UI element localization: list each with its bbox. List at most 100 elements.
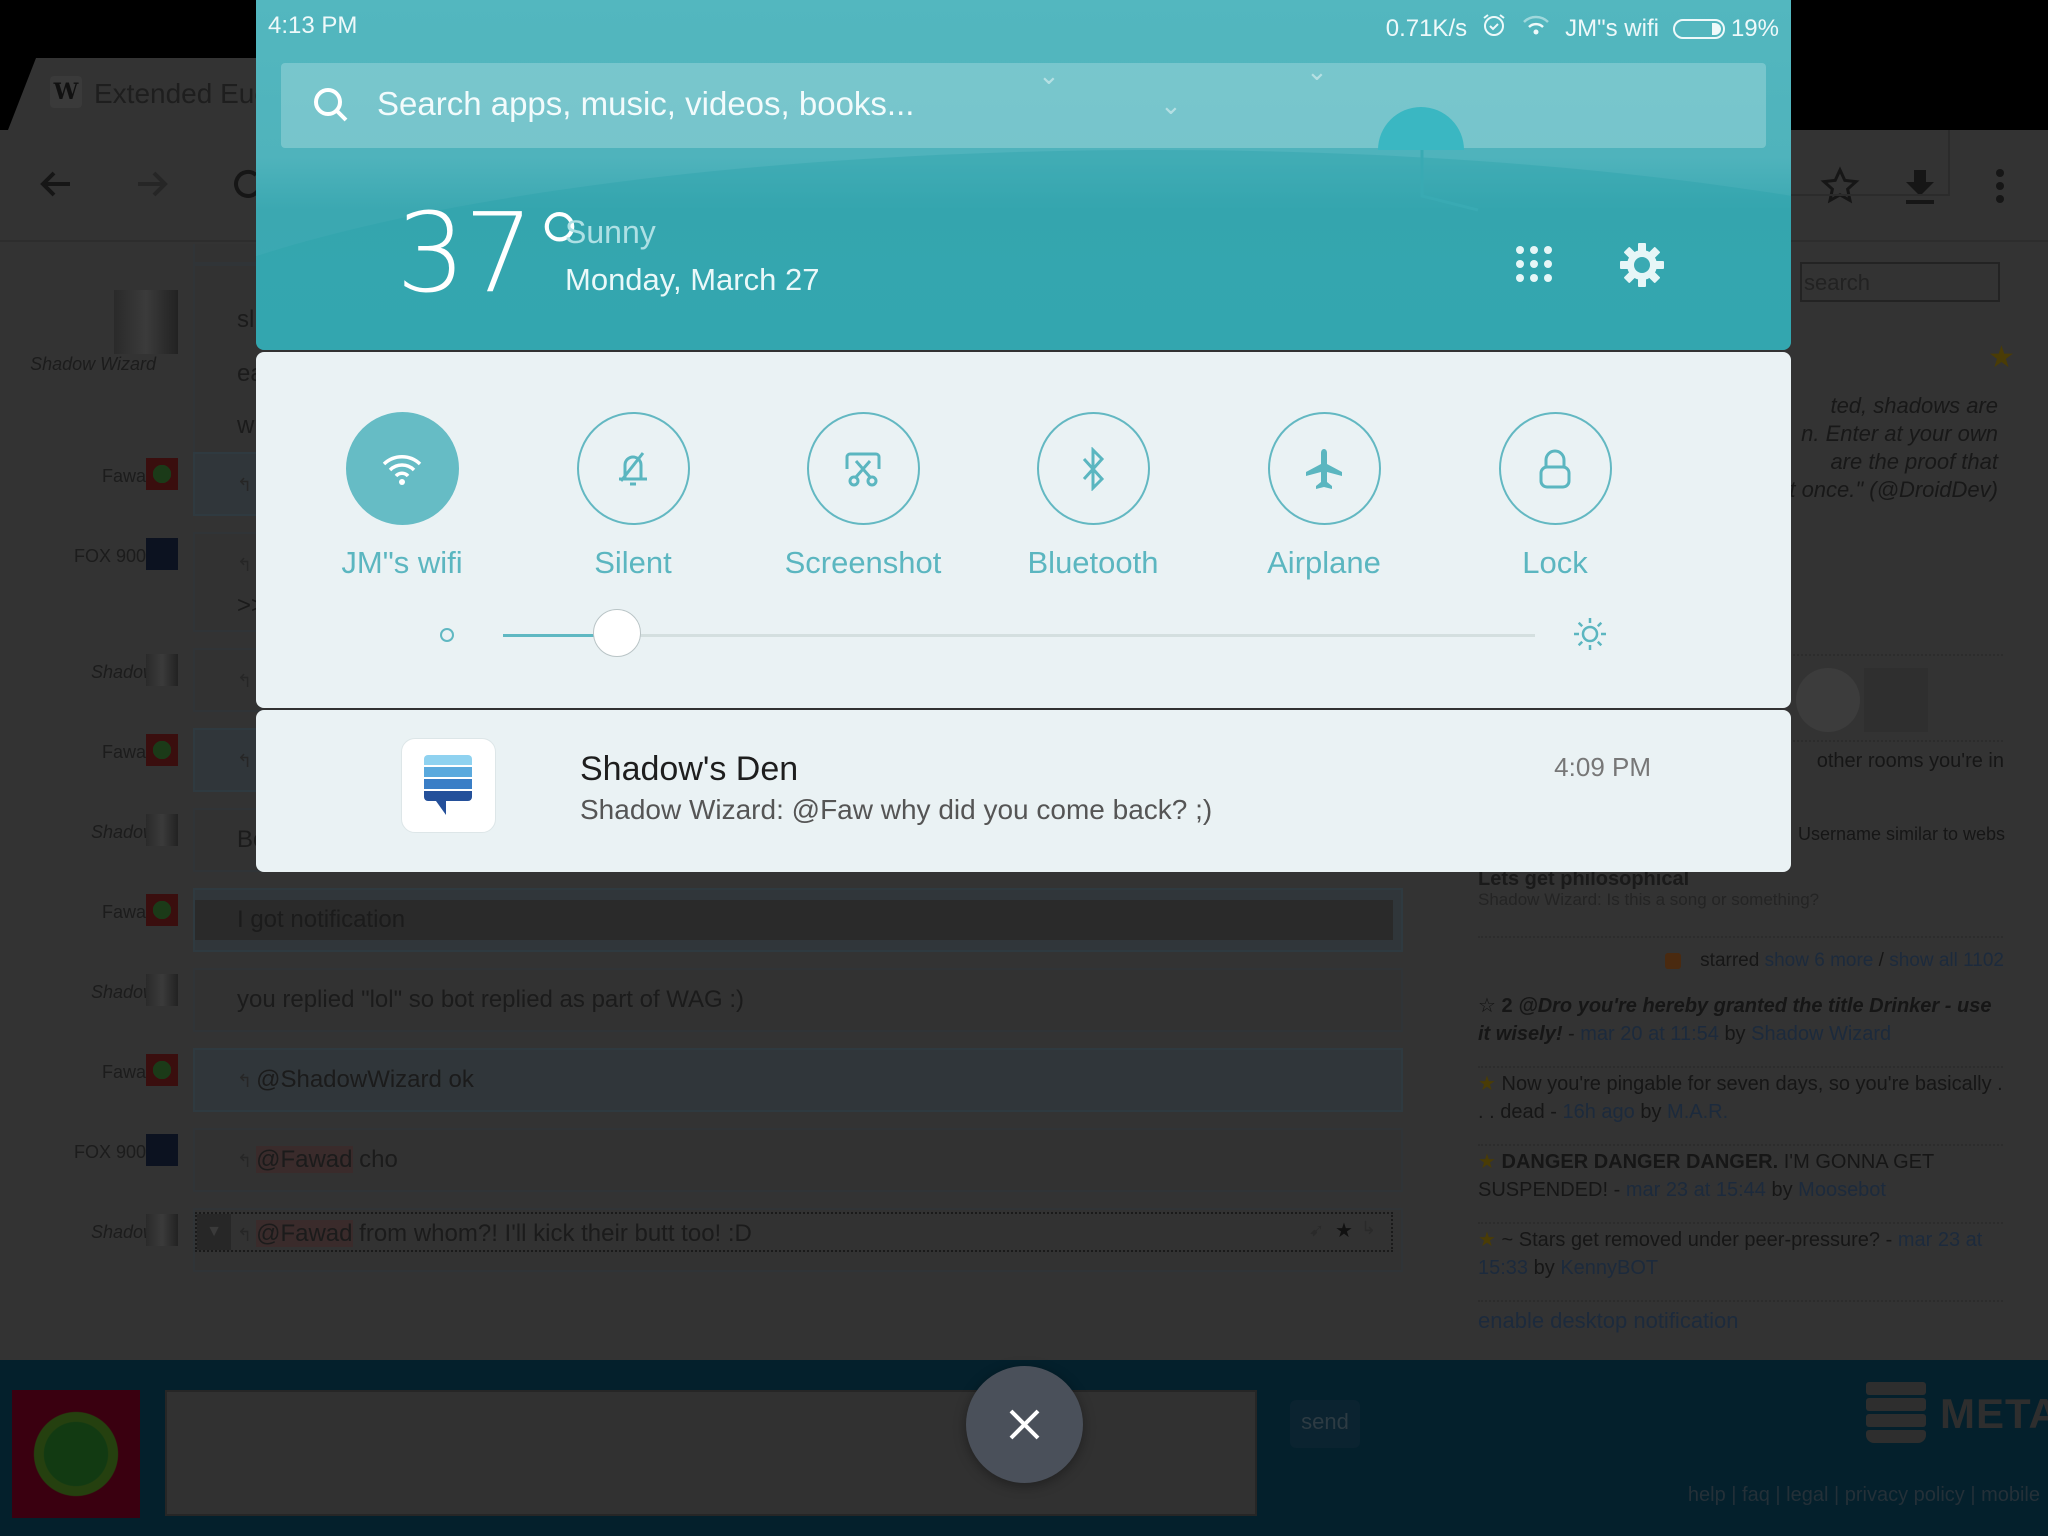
mention[interactable]: @Fawad	[256, 1146, 353, 1173]
toggle-label: Silent	[594, 545, 672, 580]
back-arrow-icon[interactable]	[36, 164, 76, 211]
sidebar-search-input[interactable]: search	[1800, 262, 2000, 302]
close-shade-button[interactable]	[966, 1366, 1083, 1483]
close-icon	[1009, 1409, 1040, 1440]
starred-message: ★ Now you're pingable for seven days, so…	[1478, 1073, 2003, 1123]
footer-link-faq[interactable]: faq	[1742, 1484, 1770, 1506]
enable-desktop-notification-link[interactable]: enable desktop notification	[1478, 1308, 1739, 1334]
starred-time-link[interactable]: mar 20 at 11:54	[1580, 1023, 1719, 1045]
meta-logo-icon[interactable]	[1866, 1382, 1926, 1454]
avatar[interactable]	[146, 654, 178, 686]
toggle-lock[interactable]: Lock	[1455, 412, 1655, 581]
mention[interactable]: @Fawad	[256, 1220, 353, 1247]
starred-time-link[interactable]: mar 23 at 15:44	[1626, 1179, 1766, 1201]
show-more-link[interactable]: show 6 more	[1765, 950, 1874, 971]
brightness-slider-thumb[interactable]	[592, 609, 641, 657]
chat-message: ▼ ↰ @Fawad from whom?! I'll kick their bu…	[193, 1208, 1403, 1272]
divider	[1478, 1144, 2003, 1146]
message-text: I got notification	[237, 906, 406, 933]
chat-input[interactable]	[165, 1390, 1257, 1516]
star-icon[interactable]: ★	[1478, 1229, 1496, 1251]
message-username[interactable]: Shadow Wizard	[30, 354, 156, 375]
avatar[interactable]	[146, 538, 178, 570]
avatar[interactable]	[146, 734, 178, 766]
room-snippet[interactable]: Username similar to webs	[1798, 824, 2005, 845]
user-avatar[interactable]	[1864, 668, 1928, 732]
brightness-slider[interactable]	[503, 634, 1535, 637]
starred-author-link[interactable]: Shadow Wizard	[1751, 1023, 1891, 1045]
reply-icon[interactable]: ↰	[237, 555, 252, 575]
status-bar-right: 0.71K/s JM"s wifi 19%	[1386, 12, 1779, 45]
toggle-wifi[interactable]: JM"s wifi	[302, 412, 502, 581]
starred-author-link[interactable]: Moosebot	[1798, 1179, 1886, 1201]
send-button[interactable]: send	[1290, 1400, 1360, 1448]
toggle-bluetooth[interactable]: Bluetooth	[993, 412, 1193, 581]
chat-message: I got notification	[193, 888, 1403, 952]
avatar[interactable]	[146, 1054, 178, 1086]
my-avatar[interactable]	[12, 1390, 140, 1518]
toggle-silent[interactable]: Silent	[533, 412, 733, 581]
avatar[interactable]	[114, 290, 178, 354]
footer-link-mobile[interactable]: mobile	[1981, 1484, 2040, 1506]
star-icon[interactable]: ★	[1478, 1073, 1496, 1095]
star-outline-icon[interactable]: ☆	[1478, 995, 1496, 1017]
flag-icon[interactable]: ➹	[1309, 1220, 1324, 1241]
avatar[interactable]	[146, 458, 178, 490]
reply-icon[interactable]: ↰	[237, 1071, 252, 1091]
apps-grid-icon[interactable]	[1514, 244, 1554, 289]
starred-time-link[interactable]: 16h ago	[1563, 1101, 1635, 1123]
tab-title: Extended Euc	[94, 78, 269, 109]
star-icon[interactable]: ★	[1478, 1151, 1496, 1173]
meta-brand[interactable]: META	[1940, 1390, 2048, 1438]
toggle-airplane[interactable]: Airplane	[1224, 412, 1424, 581]
avatar[interactable]	[146, 974, 178, 1006]
brightness-high-icon	[1572, 616, 1608, 657]
search-placeholder: Search apps, music, videos, books...	[377, 85, 915, 122]
message-menu-icon[interactable]: ▼	[197, 1214, 231, 1250]
toggle-screenshot[interactable]: Screenshot	[763, 412, 963, 581]
toggle-label: Screenshot	[784, 545, 942, 580]
footer-link-help[interactable]: help	[1688, 1484, 1726, 1506]
message-username[interactable]: FOX 9000	[74, 1142, 156, 1163]
message-text: @ShadowWizard ok	[256, 1066, 474, 1093]
forward-arrow-icon[interactable]	[132, 164, 172, 211]
search-bar[interactable]: Search apps, music, videos, books...	[281, 63, 1766, 148]
reply-icon[interactable]: ↰	[237, 671, 252, 691]
reply-to-icon[interactable]: ↳	[1361, 1218, 1376, 1239]
notification-title: Shadow's Den	[580, 750, 799, 788]
message-text: from whom?! I'll kick their butt too! :D	[352, 1220, 752, 1247]
avatar[interactable]	[146, 894, 178, 926]
quick-settings: JM"s wifi Silent Screenshot Bluetooth Ai…	[256, 352, 1791, 708]
message-username[interactable]: FOX 9000	[74, 546, 156, 567]
footer-link-legal[interactable]: legal	[1786, 1484, 1828, 1506]
avatar[interactable]	[146, 1134, 178, 1166]
chat-message: ↰ @Fawad cho	[193, 1128, 1403, 1192]
divider	[1478, 1222, 2003, 1224]
url-box-edge	[1780, 130, 1950, 196]
starred-author-link[interactable]: KennyBOT	[1560, 1257, 1658, 1279]
temperature[interactable]: 37°	[396, 198, 587, 308]
rss-icon[interactable]	[1664, 952, 1681, 969]
user-avatar[interactable]	[1796, 668, 1860, 732]
room-star-icon[interactable]: ★	[1988, 340, 2015, 375]
reply-icon[interactable]: ↰	[237, 751, 252, 771]
more-vert-icon[interactable]	[1990, 166, 2010, 213]
show-all-link[interactable]: show all 1102	[1889, 950, 2004, 971]
reply-icon[interactable]: ↰	[237, 1151, 252, 1171]
avatar[interactable]	[146, 814, 178, 846]
divider	[1478, 936, 2003, 938]
starred-author-link[interactable]: M.A.R.	[1667, 1101, 1728, 1123]
shade-header: 4:13 PM 0.71K/s JM"s wifi 19% Search app…	[256, 0, 1791, 350]
settings-gear-icon[interactable]	[1619, 242, 1665, 293]
reply-icon[interactable]: ↰	[237, 475, 252, 495]
reply-icon[interactable]: ↰	[237, 1225, 252, 1245]
divider	[1478, 1066, 2003, 1068]
avatar[interactable]	[146, 1214, 178, 1246]
star-message-icon[interactable]: ★	[1335, 1218, 1353, 1243]
notification-body: Shadow Wizard: @Faw why did you come bac…	[580, 794, 1213, 825]
room-last-message: Shadow Wizard: Is this a song or somethi…	[1478, 890, 1820, 909]
airplane-icon	[1306, 448, 1342, 489]
footer-link-privacy[interactable]: privacy policy	[1845, 1484, 1965, 1506]
notification-card[interactable]: Shadow's Den Shadow Wizard: @Faw why did…	[256, 710, 1791, 872]
bluetooth-icon	[1082, 446, 1105, 491]
